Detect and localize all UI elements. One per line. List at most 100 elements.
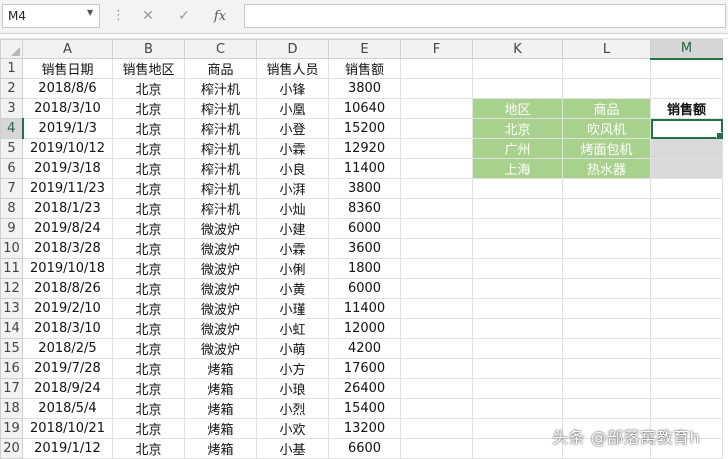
cell-l4[interactable]: 吹风机 xyxy=(562,118,651,139)
row-header-14[interactable]: 14 xyxy=(0,318,23,339)
cell-f19[interactable] xyxy=(400,418,473,439)
cell-d10[interactable]: 小霖 xyxy=(256,238,329,259)
cell-m2[interactable] xyxy=(650,78,723,99)
row-header-19[interactable]: 19 xyxy=(0,418,23,439)
row-header-18[interactable]: 18 xyxy=(0,398,23,419)
cell-c5[interactable]: 榨汁机 xyxy=(184,138,257,159)
cell-b17[interactable]: 北京 xyxy=(112,378,185,399)
cell-b7[interactable]: 北京 xyxy=(112,178,185,199)
cell-l2[interactable] xyxy=(562,78,651,99)
cancel-icon[interactable]: ✕ xyxy=(136,5,160,27)
cell-c18[interactable]: 烤箱 xyxy=(184,398,257,419)
cell-a4[interactable]: 2019/1/3 xyxy=(22,118,113,139)
cell-m4[interactable] xyxy=(650,118,723,139)
cell-m5[interactable] xyxy=(650,138,723,159)
select-all-corner[interactable] xyxy=(0,39,23,59)
cell-b13[interactable]: 北京 xyxy=(112,298,185,319)
column-header-b[interactable]: B xyxy=(112,39,185,59)
cell-d20[interactable]: 小基 xyxy=(256,438,329,459)
cell-b5[interactable]: 北京 xyxy=(112,138,185,159)
row-header-7[interactable]: 7 xyxy=(0,178,23,199)
cell-a12[interactable]: 2018/8/26 xyxy=(22,278,113,299)
cell-k14[interactable] xyxy=(472,318,563,339)
cell-k12[interactable] xyxy=(472,278,563,299)
cell-e1[interactable]: 销售额 xyxy=(328,58,401,79)
row-header-1[interactable]: 1 xyxy=(0,58,23,79)
cell-e2[interactable]: 3800 xyxy=(328,78,401,99)
cell-e8[interactable]: 8360 xyxy=(328,198,401,219)
name-box-dropdown-icon[interactable]: ▼ xyxy=(87,8,93,17)
row-header-13[interactable]: 13 xyxy=(0,298,23,319)
cell-d15[interactable]: 小萌 xyxy=(256,338,329,359)
cell-e7[interactable]: 3800 xyxy=(328,178,401,199)
cell-c19[interactable]: 烤箱 xyxy=(184,418,257,439)
cell-k6[interactable]: 上海 xyxy=(472,158,563,179)
cell-k5[interactable]: 广州 xyxy=(472,138,563,159)
row-header-17[interactable]: 17 xyxy=(0,378,23,399)
cell-k16[interactable] xyxy=(472,358,563,379)
cell-m17[interactable] xyxy=(650,378,723,399)
cell-e10[interactable]: 3600 xyxy=(328,238,401,259)
cell-e15[interactable]: 4200 xyxy=(328,338,401,359)
cell-c1[interactable]: 商品 xyxy=(184,58,257,79)
cell-d16[interactable]: 小方 xyxy=(256,358,329,379)
cell-l18[interactable] xyxy=(562,398,651,419)
cell-d9[interactable]: 小建 xyxy=(256,218,329,239)
column-header-k[interactable]: K xyxy=(472,39,563,59)
cell-d11[interactable]: 小俐 xyxy=(256,258,329,279)
cell-c20[interactable]: 烤箱 xyxy=(184,438,257,459)
cell-l6[interactable]: 热水器 xyxy=(562,158,651,179)
cell-b10[interactable]: 北京 xyxy=(112,238,185,259)
cell-c10[interactable]: 微波炉 xyxy=(184,238,257,259)
cell-c4[interactable]: 榨汁机 xyxy=(184,118,257,139)
cell-d4[interactable]: 小登 xyxy=(256,118,329,139)
row-header-10[interactable]: 10 xyxy=(0,238,23,259)
cell-a9[interactable]: 2019/8/24 xyxy=(22,218,113,239)
cell-a1[interactable]: 销售日期 xyxy=(22,58,113,79)
row-header-3[interactable]: 3 xyxy=(0,98,23,119)
cell-c7[interactable]: 榨汁机 xyxy=(184,178,257,199)
cell-m9[interactable] xyxy=(650,218,723,239)
cell-c6[interactable]: 榨汁机 xyxy=(184,158,257,179)
cell-a3[interactable]: 2018/3/10 xyxy=(22,98,113,119)
cell-k18[interactable] xyxy=(472,398,563,419)
spreadsheet-grid[interactable]: ABCDEFKLM 1 销售日期 销售地区 商品 销售人员 销售额 2 2018/8/6 北京榨… xyxy=(0,38,728,459)
cell-l8[interactable] xyxy=(562,198,651,219)
column-header-d[interactable]: D xyxy=(256,39,329,59)
cell-b15[interactable]: 北京 xyxy=(112,338,185,359)
cell-l16[interactable] xyxy=(562,358,651,379)
cell-e17[interactable]: 26400 xyxy=(328,378,401,399)
cell-k4[interactable]: 北京 xyxy=(472,118,563,139)
row-header-2[interactable]: 2 xyxy=(0,78,23,99)
cell-e6[interactable]: 11400 xyxy=(328,158,401,179)
cell-m3[interactable]: 销售额 xyxy=(650,98,723,119)
cell-f8[interactable] xyxy=(400,198,473,219)
cell-d18[interactable]: 小烈 xyxy=(256,398,329,419)
column-header-a[interactable]: A xyxy=(22,39,113,59)
cell-k11[interactable] xyxy=(472,258,563,279)
cell-m13[interactable] xyxy=(650,298,723,319)
cell-f18[interactable] xyxy=(400,398,473,419)
cell-e14[interactable]: 12000 xyxy=(328,318,401,339)
cell-m18[interactable] xyxy=(650,398,723,419)
cell-m7[interactable] xyxy=(650,178,723,199)
column-header-e[interactable]: E xyxy=(328,39,401,59)
cell-a14[interactable]: 2018/3/10 xyxy=(22,318,113,339)
cell-c2[interactable]: 榨汁机 xyxy=(184,78,257,99)
cell-b14[interactable]: 北京 xyxy=(112,318,185,339)
cell-c11[interactable]: 微波炉 xyxy=(184,258,257,279)
cell-b9[interactable]: 北京 xyxy=(112,218,185,239)
cell-c15[interactable]: 微波炉 xyxy=(184,338,257,359)
cell-b18[interactable]: 北京 xyxy=(112,398,185,419)
cell-c9[interactable]: 微波炉 xyxy=(184,218,257,239)
cell-l12[interactable] xyxy=(562,278,651,299)
insert-function-button[interactable]: fx xyxy=(208,5,232,27)
cell-k17[interactable] xyxy=(472,378,563,399)
row-header-4[interactable]: 4 xyxy=(0,118,24,139)
cell-l14[interactable] xyxy=(562,318,651,339)
cell-e20[interactable]: 6600 xyxy=(328,438,401,459)
cell-e5[interactable]: 12920 xyxy=(328,138,401,159)
cell-a10[interactable]: 2018/3/28 xyxy=(22,238,113,259)
cell-a15[interactable]: 2018/2/5 xyxy=(22,338,113,359)
cell-k19[interactable] xyxy=(472,418,563,439)
